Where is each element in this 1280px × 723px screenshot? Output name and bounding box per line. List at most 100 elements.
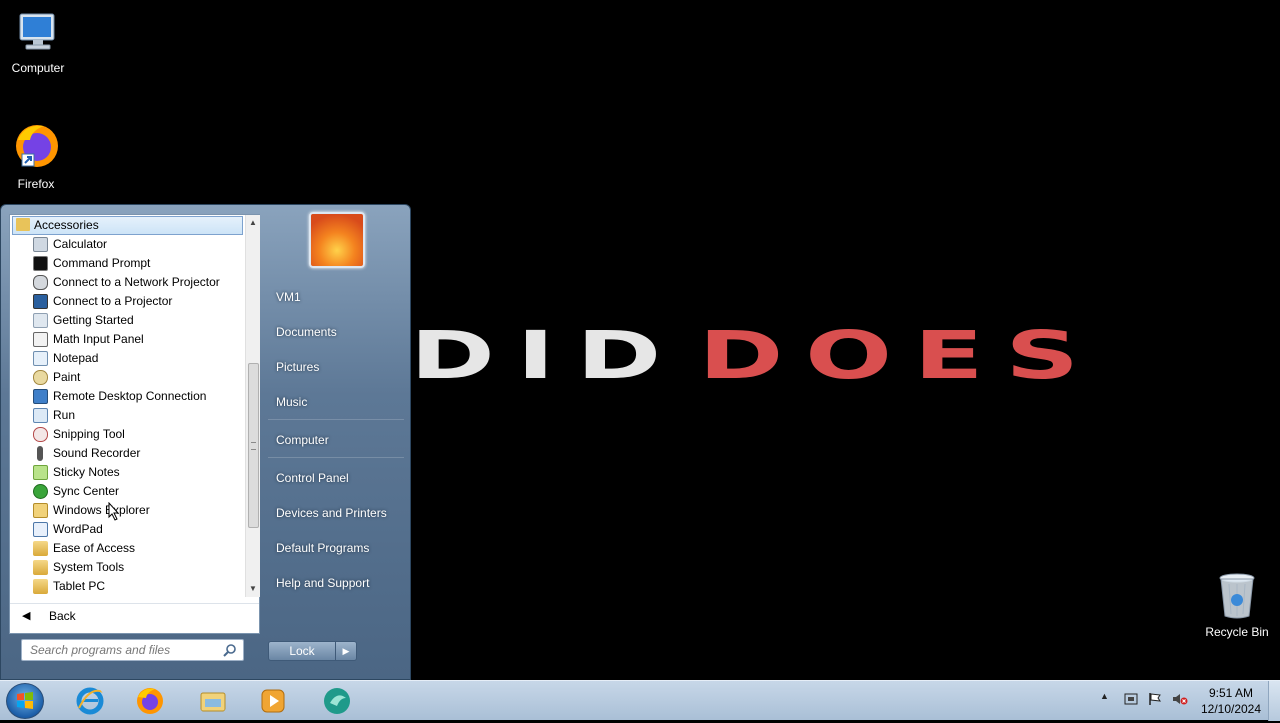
scrollbar-thumb[interactable] (248, 363, 259, 528)
notepad-icon (33, 351, 48, 366)
scroll-up-arrow-icon[interactable]: ▲ (246, 215, 260, 231)
run-icon (33, 408, 48, 423)
wordpad-icon (33, 522, 48, 537)
program-label: Sticky Notes (53, 465, 120, 479)
right-item-default-programs[interactable]: Default Programs (276, 541, 369, 555)
user-account-picture[interactable] (309, 212, 365, 268)
taskbar-internet-explorer[interactable] (65, 684, 115, 718)
program-calculator[interactable]: Calculator (10, 235, 244, 254)
desktop-icon-label: Firefox (17, 177, 55, 191)
right-item-user[interactable]: VM1 (276, 290, 301, 304)
network-projector-icon (33, 275, 48, 290)
program-label: Remote Desktop Connection (53, 389, 207, 403)
flag-icon[interactable] (1148, 692, 1162, 706)
right-item-computer[interactable]: Computer (276, 433, 329, 447)
taskbar-firefox[interactable] (125, 684, 175, 718)
action-center-icon[interactable] (1124, 692, 1138, 706)
windows-explorer-icon (200, 692, 226, 712)
sync-center-icon (33, 484, 48, 499)
separator (268, 419, 404, 420)
command-prompt-icon (33, 256, 48, 271)
program-label: Sync Center (53, 484, 120, 498)
program-paint[interactable]: Paint (10, 368, 244, 387)
desktop-icon-label: Recycle Bin (1205, 625, 1269, 639)
internet-explorer-icon (76, 687, 104, 715)
program-label: Connect to a Network Projector (53, 275, 220, 289)
program-label: Snipping Tool (53, 427, 125, 441)
show-hidden-icons-button[interactable]: ▲ (1100, 691, 1109, 701)
program-label: System Tools (53, 560, 125, 574)
shutdown-options-arrow-icon[interactable]: ▶ (336, 641, 357, 661)
app-icon (324, 688, 350, 714)
start-button[interactable] (6, 683, 44, 719)
clock[interactable]: 9:51 AM 12/10/2024 (1196, 685, 1266, 717)
program-snipping-tool[interactable]: Snipping Tool (10, 425, 244, 444)
program-list-scrollbar[interactable]: ▲ ▼ (245, 215, 260, 597)
snipping-tool-icon (33, 427, 48, 442)
desktop-icon-label: Computer (11, 61, 65, 75)
program-label: Run (53, 408, 76, 422)
right-item-pictures[interactable]: Pictures (276, 360, 319, 374)
windows-logo-icon (17, 692, 33, 709)
all-programs-pane: Accessories Calculator Command Prompt Co… (9, 214, 260, 634)
program-getting-started[interactable]: Getting Started (10, 311, 244, 330)
lock-button[interactable]: Lock (268, 641, 336, 661)
desktop-icon-recycle-bin[interactable]: Recycle Bin (1199, 570, 1275, 639)
taskbar-media-player[interactable] (248, 684, 298, 718)
program-sync-center[interactable]: Sync Center (10, 482, 244, 501)
folder-ease-of-access[interactable]: Ease of Access (10, 539, 244, 558)
search-input[interactable]: Search programs and files (21, 639, 244, 661)
computer-icon (19, 13, 55, 50)
program-math-input-panel[interactable]: Math Input Panel (10, 330, 244, 349)
right-item-documents[interactable]: Documents (276, 325, 337, 339)
program-label: WordPad (53, 522, 103, 536)
separator (268, 457, 404, 458)
show-desktop-button[interactable] (1268, 681, 1280, 721)
windows-explorer-icon (33, 503, 48, 518)
getting-started-icon (33, 313, 48, 328)
program-label: Connect to a Projector (53, 294, 173, 308)
taskbar-windows-explorer[interactable] (188, 684, 238, 718)
start-menu: Accessories Calculator Command Prompt Co… (0, 204, 411, 680)
mouse-cursor-icon (108, 502, 120, 521)
right-item-music[interactable]: Music (276, 395, 307, 409)
right-item-devices-printers[interactable]: Devices and Printers (276, 506, 387, 520)
program-wordpad[interactable]: WordPad (10, 520, 244, 539)
folder-tablet-pc[interactable]: Tablet PC (10, 577, 244, 596)
program-run[interactable]: Run (10, 406, 244, 425)
folder-icon (33, 541, 48, 556)
program-list: Accessories Calculator Command Prompt Co… (10, 215, 244, 597)
taskbar-app[interactable] (312, 684, 362, 718)
program-notepad[interactable]: Notepad (10, 349, 244, 368)
program-command-prompt[interactable]: Command Prompt (10, 254, 244, 273)
program-label: Paint (53, 370, 81, 384)
right-item-control-panel[interactable]: Control Panel (276, 471, 349, 485)
program-label: Sound Recorder (53, 446, 141, 460)
desktop-icon-firefox[interactable]: Firefox (0, 120, 74, 191)
program-network-projector[interactable]: Connect to a Network Projector (10, 273, 244, 292)
program-sound-recorder[interactable]: Sound Recorder (10, 444, 244, 463)
program-label: Tablet PC (53, 579, 106, 593)
wallpaper-logo-text-light: DID (410, 317, 684, 394)
wallpaper-logo: DID DOES (410, 323, 1101, 389)
folder-label: Accessories (34, 218, 99, 232)
clock-time: 9:51 AM (1208, 686, 1254, 700)
folder-accessories[interactable]: Accessories (12, 216, 243, 235)
folder-system-tools[interactable]: System Tools (10, 558, 244, 577)
program-windows-explorer[interactable]: Windows Explorer (10, 501, 244, 520)
back-button[interactable]: ◀ Back (10, 603, 259, 627)
scroll-down-arrow-icon[interactable]: ▼ (246, 581, 260, 597)
right-item-help-support[interactable]: Help and Support (276, 576, 369, 590)
desktop-icon-computer[interactable]: Computer (0, 8, 76, 75)
volume-muted-icon[interactable] (1172, 692, 1188, 706)
paint-icon (33, 370, 48, 385)
clock-date: 12/10/2024 (1200, 702, 1262, 716)
program-sticky-notes[interactable]: Sticky Notes (10, 463, 244, 482)
program-projector[interactable]: Connect to a Projector (10, 292, 244, 311)
program-remote-desktop[interactable]: Remote Desktop Connection (10, 387, 244, 406)
search-icon[interactable] (223, 643, 237, 657)
program-label: Ease of Access (53, 541, 136, 555)
firefox-icon (16, 125, 58, 167)
media-player-icon (261, 689, 285, 713)
program-label: Command Prompt (53, 256, 151, 270)
